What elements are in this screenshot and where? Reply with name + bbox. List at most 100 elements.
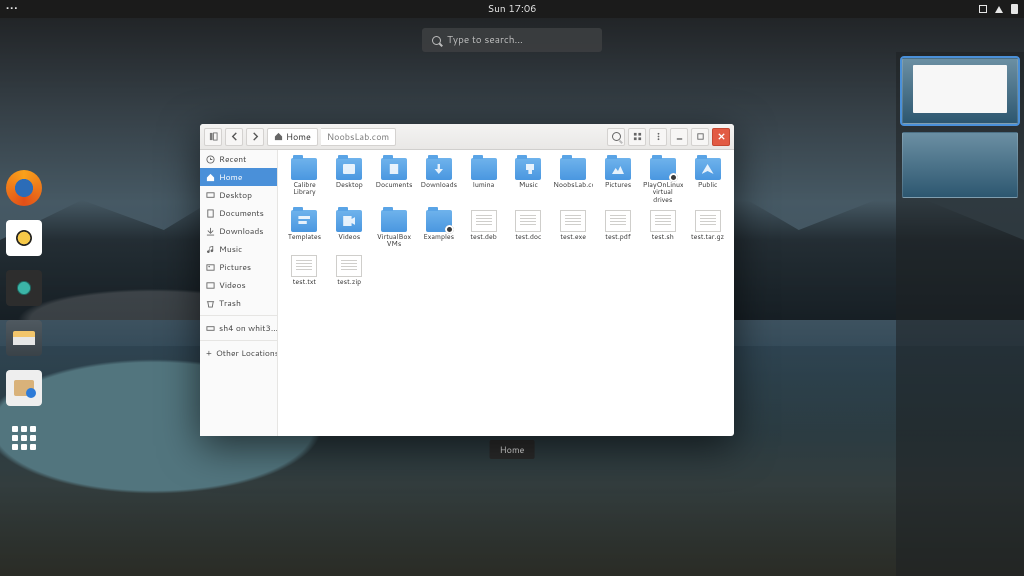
file-icon [291, 255, 317, 277]
folder-icon [336, 158, 362, 180]
item-label: Calibre Library [284, 182, 324, 197]
item-label: test.txt [293, 279, 316, 286]
item-label: Desktop [336, 182, 363, 189]
forward-button[interactable] [246, 128, 264, 146]
folder-icon [381, 158, 407, 180]
file-icon [471, 210, 497, 232]
item-label: Templates [288, 234, 321, 241]
item-label: Videos [338, 234, 360, 241]
sidebar-other-locations[interactable]: + Other Locations [200, 344, 277, 362]
download-icon [206, 227, 215, 236]
item-label: test.tar.gz [691, 234, 724, 241]
screen-icon[interactable] [979, 5, 987, 13]
file-icon [650, 210, 676, 232]
file-item[interactable]: test.pdf [596, 208, 641, 251]
item-label: test.zip [337, 279, 361, 286]
file-item[interactable]: test.txt [282, 253, 327, 288]
close-button[interactable] [712, 128, 730, 146]
dock-show-apps[interactable] [6, 420, 42, 456]
dock-camera[interactable] [6, 270, 42, 306]
workspace-switcher [896, 52, 1024, 576]
sidebar-trash[interactable]: Trash [200, 294, 277, 312]
sidebar-home[interactable]: Home [200, 168, 277, 186]
sidebar-documents[interactable]: Documents [200, 204, 277, 222]
folder-item[interactable]: Downloads [416, 156, 461, 206]
folder-item[interactable]: Public [685, 156, 730, 206]
clock-icon [206, 155, 215, 164]
item-label: Music [519, 182, 538, 189]
files-headerbar: Home NoobsLab.com [200, 124, 734, 150]
workspace-1[interactable] [902, 58, 1018, 124]
music-icon [206, 245, 215, 254]
gnome-top-bar: ••• Sun 17:06 [0, 0, 1024, 18]
item-label: Public [698, 182, 718, 189]
item-label: Documents [376, 182, 413, 189]
file-item[interactable]: test.doc [506, 208, 551, 251]
dock-firefox[interactable] [6, 170, 42, 206]
window-caption: Home [490, 440, 535, 459]
drive-icon [206, 324, 215, 333]
file-item[interactable]: test.deb [461, 208, 506, 251]
folder-icon [515, 158, 541, 180]
maximize-button[interactable] [691, 128, 709, 146]
item-label: PlayOnLinux's virtual drives [643, 182, 683, 204]
activities-button[interactable]: ••• [6, 2, 18, 16]
dock-software[interactable] [6, 370, 42, 406]
folder-item[interactable]: Desktop [327, 156, 372, 206]
file-item[interactable]: test.exe [551, 208, 596, 251]
file-item[interactable]: test.sh [640, 208, 685, 251]
folder-icon [560, 158, 586, 180]
file-item[interactable]: test.zip [327, 253, 372, 288]
view-toggle-button[interactable] [628, 128, 646, 146]
file-icon [695, 210, 721, 232]
file-item[interactable]: test.tar.gz [685, 208, 730, 251]
pathbar-home[interactable]: Home [267, 128, 318, 146]
battery-icon[interactable] [1011, 4, 1018, 14]
file-icon [605, 210, 631, 232]
folder-item[interactable]: Music [506, 156, 551, 206]
item-label: lumina [473, 182, 494, 189]
folder-icon [336, 210, 362, 232]
dock-files[interactable] [6, 320, 42, 356]
folder-item[interactable]: Pictures [596, 156, 641, 206]
folder-item[interactable]: Documents [372, 156, 417, 206]
sidebar-mount[interactable]: sh4 on whit3… ▲ [200, 319, 277, 337]
sidebar-videos[interactable]: Videos [200, 276, 277, 294]
files-sidebar: Recent Home Desktop Documents Downloads [200, 150, 278, 436]
overview-search[interactable]: Type to search… [422, 28, 602, 52]
workspace-2[interactable] [902, 132, 1018, 198]
sidebar-recent[interactable]: Recent [200, 150, 277, 168]
dock-rhythmbox[interactable] [6, 220, 42, 256]
folder-icon [291, 158, 317, 180]
sidebar-music[interactable]: Music [200, 240, 277, 258]
folder-item[interactable]: Templates [282, 208, 327, 251]
folder-item[interactable]: Videos [327, 208, 372, 251]
plus-icon: + [206, 349, 212, 358]
folder-item[interactable]: PlayOnLinux's virtual drives [640, 156, 685, 206]
sidebar-downloads[interactable]: Downloads [200, 222, 277, 240]
folder-item[interactable]: VirtualBox VMs [372, 208, 417, 251]
pathbar-segment[interactable]: NoobsLab.com [321, 128, 396, 146]
home-icon [206, 173, 215, 182]
folder-icon [426, 210, 452, 232]
folder-item[interactable]: Calibre Library [282, 156, 327, 206]
folder-item[interactable]: Examples [416, 208, 461, 251]
back-button[interactable] [225, 128, 243, 146]
item-label: test.exe [560, 234, 586, 241]
sidebar-pictures[interactable]: Pictures [200, 258, 277, 276]
search-button[interactable] [607, 128, 625, 146]
sidebar-desktop[interactable]: Desktop [200, 186, 277, 204]
folder-icon [605, 158, 631, 180]
folder-item[interactable]: lumina [461, 156, 506, 206]
minimize-button[interactable] [670, 128, 688, 146]
clock-label[interactable]: Sun 17:06 [487, 2, 536, 16]
volume-icon[interactable] [995, 6, 1003, 13]
file-icon [336, 255, 362, 277]
trash-icon [206, 299, 215, 308]
files-icon-view[interactable]: Calibre Library Desktop DocumentsDownloads… [278, 150, 734, 436]
folder-item[interactable]: NoobsLab.com [551, 156, 596, 206]
sidebar-toggle-button[interactable] [204, 128, 222, 146]
home-icon [274, 132, 283, 141]
item-label: Pictures [605, 182, 631, 189]
menu-button[interactable] [649, 128, 667, 146]
